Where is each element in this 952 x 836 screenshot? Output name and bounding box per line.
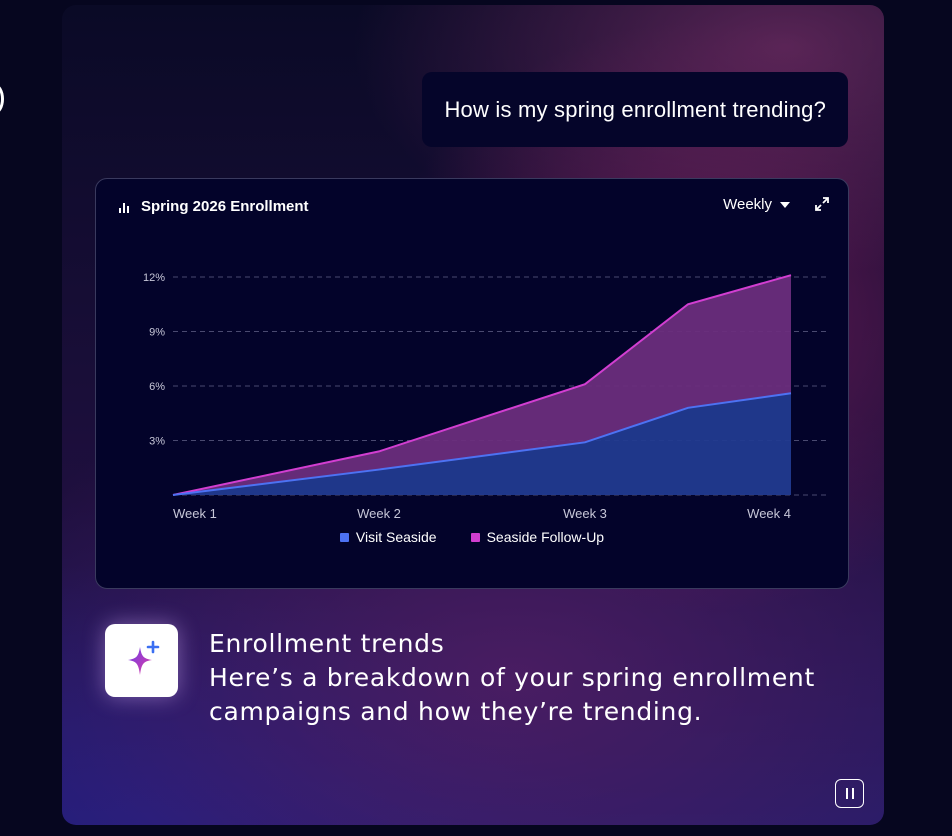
partial-glyph: [0, 84, 4, 114]
y-tick-label: 3%: [149, 436, 165, 448]
pause-button[interactable]: [835, 779, 864, 808]
legend-item-followup: Seaside Follow-Up: [470, 529, 605, 545]
y-tick-label: 9%: [149, 327, 165, 339]
x-tick-label: Week 3: [563, 506, 607, 521]
assistant-line-1: Here’s a breakdown of your spring enroll…: [209, 663, 815, 692]
legend-swatch-followup: [470, 532, 480, 542]
assistant-line-2: campaigns and how they’re trending.: [209, 697, 703, 726]
legend-label-visit: Visit Seaside: [355, 529, 437, 545]
assistant-avatar: [105, 624, 178, 697]
x-tick-label: Week 2: [357, 506, 401, 521]
legend-swatch-visit: [339, 532, 349, 542]
enrollment-chart: 3% 6% 9% 12% Week 1 Week 2 Week 3 Week 4: [143, 272, 828, 521]
user-message-text: How is my spring enrollment trending?: [444, 96, 826, 122]
legend-label-followup: Seaside Follow-Up: [486, 529, 605, 545]
assistant-title: Enrollment trends: [209, 629, 445, 658]
x-tick-label: Week 4: [747, 506, 791, 521]
legend-item-visit: Visit Seaside: [339, 529, 437, 545]
chart-legend: Visit Seaside Seaside Follow-Up: [96, 529, 848, 545]
user-message-bubble: How is my spring enrollment trending?: [422, 72, 848, 147]
x-tick-label: Week 1: [173, 506, 217, 521]
y-tick-label: 12%: [143, 272, 165, 284]
y-tick-label: 6%: [149, 381, 165, 393]
pause-icon-bar: [851, 788, 854, 799]
assistant-panel: How is my spring enrollment trending? Sp…: [62, 5, 884, 825]
assistant-message: Enrollment trends Here’s a breakdown of …: [209, 627, 849, 729]
pause-icon: [845, 788, 848, 799]
chart-card: Spring 2026 Enrollment Weekly 3% 6% 9% 12% W…: [95, 178, 849, 589]
sparkle-icon: [127, 640, 159, 675]
